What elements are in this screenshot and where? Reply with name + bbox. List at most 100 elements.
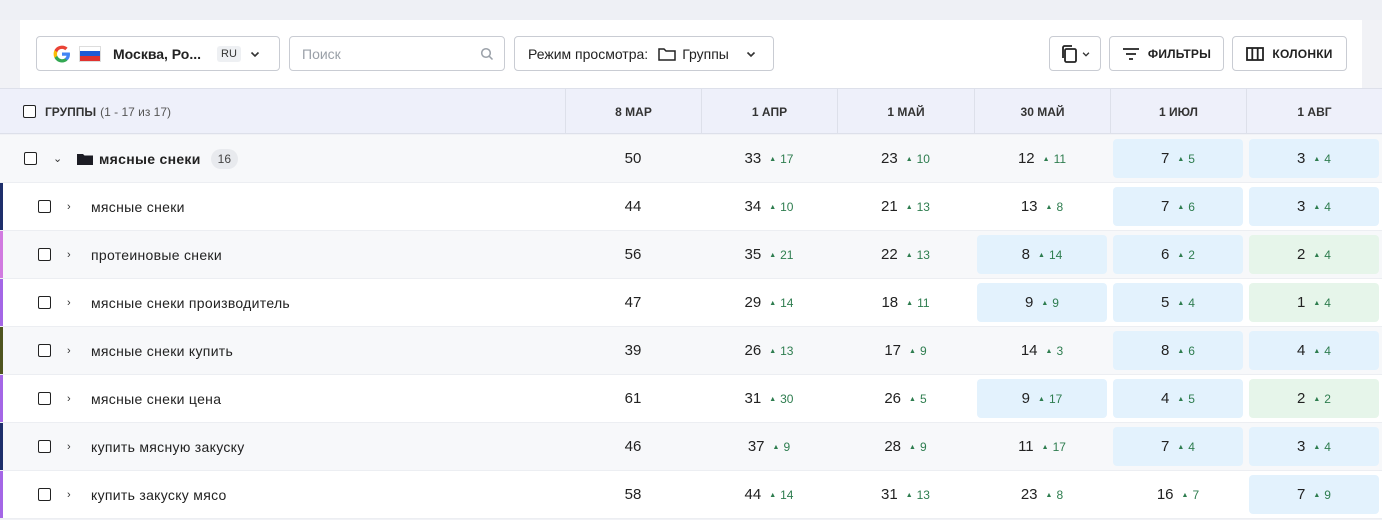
keyword-label: мясные снеки купить xyxy=(91,342,234,359)
date-header[interactable]: 1 ИЮЛ xyxy=(1110,89,1246,134)
value-cell: 14 xyxy=(1246,279,1382,326)
chevron-down-icon xyxy=(250,51,259,57)
keyword-name-cell: › мясные снеки купить xyxy=(0,327,565,374)
position-value: 21 xyxy=(881,198,898,215)
row-checkbox[interactable] xyxy=(24,152,37,165)
chevron-right-icon[interactable]: › xyxy=(67,393,77,405)
view-mode-select[interactable]: Режим просмотра: Группы xyxy=(514,36,774,71)
position-value: 8 xyxy=(1161,342,1170,359)
position-change: 8 xyxy=(1046,488,1063,502)
table-row[interactable]: ›купить закуску мясо584414311323816779 xyxy=(0,471,1382,519)
keyword-label: протеиновые снеки xyxy=(91,246,222,263)
top-shade xyxy=(0,0,1382,20)
view-mode-label: Режим просмотра: xyxy=(528,45,649,62)
value-cell: 34 xyxy=(1246,183,1382,230)
table-row[interactable]: ›мясные снеки купить3926131791438644 xyxy=(0,327,1382,375)
columns-button[interactable]: КОЛОНКИ xyxy=(1232,36,1347,71)
copy-button[interactable] xyxy=(1049,36,1101,71)
position-value: 7 xyxy=(1161,438,1170,455)
keyword-label: мясные снеки цена xyxy=(91,390,222,407)
date-header[interactable]: 1 АПР xyxy=(701,89,837,134)
position-change: 14 xyxy=(1038,248,1062,262)
position-value: 39 xyxy=(624,342,642,359)
table-row[interactable]: ›протеиновые снеки56352122138146224 xyxy=(0,231,1382,279)
row-checkbox[interactable] xyxy=(38,344,51,357)
position-value: 17 xyxy=(884,342,902,359)
table-row[interactable]: ›мясные снеки цена6131302659174522 xyxy=(0,375,1382,423)
chevron-right-icon[interactable]: › xyxy=(67,441,77,453)
chevron-right-icon[interactable]: › xyxy=(67,249,77,261)
position-change: 8 xyxy=(1046,200,1063,214)
position-change: 4 xyxy=(1313,248,1331,262)
table-row[interactable]: ›мясные снеки производитель4729141811995… xyxy=(0,279,1382,327)
keyword-label: купить закуску мясо xyxy=(91,486,227,503)
group-label: мясные снеки xyxy=(99,150,201,167)
position-value: 29 xyxy=(744,294,762,311)
position-change: 21 xyxy=(769,248,793,262)
row-checkbox[interactable] xyxy=(38,440,51,453)
chevron-right-icon[interactable]: › xyxy=(67,201,77,213)
value-cell: 31 13 xyxy=(837,471,974,518)
position-value: 2 xyxy=(1297,246,1306,263)
value-cell: 29 14 xyxy=(701,279,837,326)
value-cell: 21 13 xyxy=(837,183,974,230)
position-value: 4 xyxy=(1161,390,1170,407)
row-checkbox[interactable] xyxy=(38,200,51,213)
position-change: 6 xyxy=(1177,200,1195,214)
search-placeholder: Поиск xyxy=(302,45,341,62)
position-value: 7 xyxy=(1297,486,1306,503)
position-value: 44 xyxy=(624,198,642,215)
value-cell: 45 xyxy=(1110,375,1246,422)
row-checkbox[interactable] xyxy=(38,488,51,501)
position-change: 4 xyxy=(1313,200,1331,214)
value-cell: 24 xyxy=(1246,231,1382,278)
row-checkbox[interactable] xyxy=(38,296,51,309)
value-cell: 16 7 xyxy=(1110,471,1246,518)
date-header[interactable]: 1 АВГ xyxy=(1246,89,1382,134)
position-value: 44 xyxy=(744,486,762,503)
chevron-down-icon[interactable]: ⌄ xyxy=(53,152,63,165)
group-row[interactable]: ⌄мясные снеки16503317231012117534 xyxy=(0,135,1382,183)
filters-button[interactable]: ФИЛЬТРЫ xyxy=(1109,36,1224,71)
value-cell: 54 xyxy=(1110,279,1246,326)
chevron-down-icon xyxy=(1082,51,1089,57)
table-row[interactable]: ›купить мясную закуску4637928911177434 xyxy=(0,423,1382,471)
value-cell: 35 21 xyxy=(701,231,837,278)
value-cell: 8 14 xyxy=(974,231,1110,278)
value-cell: 37 9 xyxy=(701,423,837,470)
date-header[interactable]: 1 МАЙ xyxy=(837,89,974,134)
search-input[interactable]: Поиск xyxy=(289,36,505,71)
date-header[interactable]: 30 МАЙ xyxy=(974,89,1110,134)
position-value: 12 xyxy=(1017,150,1035,167)
date-header[interactable]: 8 МАР xyxy=(565,89,701,134)
position-value: 58 xyxy=(624,486,642,503)
date-header-label: 1 МАЙ xyxy=(887,104,925,119)
keyword-name-cell: › протеиновые снеки xyxy=(0,231,565,278)
search-icon xyxy=(480,47,494,60)
value-cell: 23 8 xyxy=(974,471,1110,518)
position-change: 13 xyxy=(769,344,793,358)
position-value: 47 xyxy=(624,294,642,311)
chevron-right-icon[interactable]: › xyxy=(67,489,77,501)
row-checkbox[interactable] xyxy=(38,392,51,405)
location-label: Москва, Ро... xyxy=(113,45,202,62)
value-cell: 31 30 xyxy=(701,375,837,422)
select-all-checkbox[interactable] xyxy=(23,105,36,118)
view-mode-value: Группы xyxy=(682,45,729,62)
value-cell: 12 11 xyxy=(974,135,1110,182)
date-header-label: 1 АПР xyxy=(751,104,788,119)
value-cell: 44 14 xyxy=(701,471,837,518)
chevron-right-icon[interactable]: › xyxy=(67,345,77,357)
location-selector[interactable]: Москва, Ро... RU xyxy=(36,36,280,71)
row-checkbox[interactable] xyxy=(38,248,51,261)
position-value: 31 xyxy=(881,486,898,503)
keyword-count-badge: 16 xyxy=(210,148,239,169)
position-value: 11 xyxy=(1018,438,1034,455)
position-value: 61 xyxy=(624,390,642,407)
table-row[interactable]: ›мясные снеки44341021131387634 xyxy=(0,183,1382,231)
value-cell: 44 xyxy=(565,183,701,230)
position-change: 4 xyxy=(1313,152,1331,166)
value-cell: 39 xyxy=(565,327,701,374)
chevron-right-icon[interactable]: › xyxy=(67,297,77,309)
value-cell: 23 10 xyxy=(837,135,974,182)
